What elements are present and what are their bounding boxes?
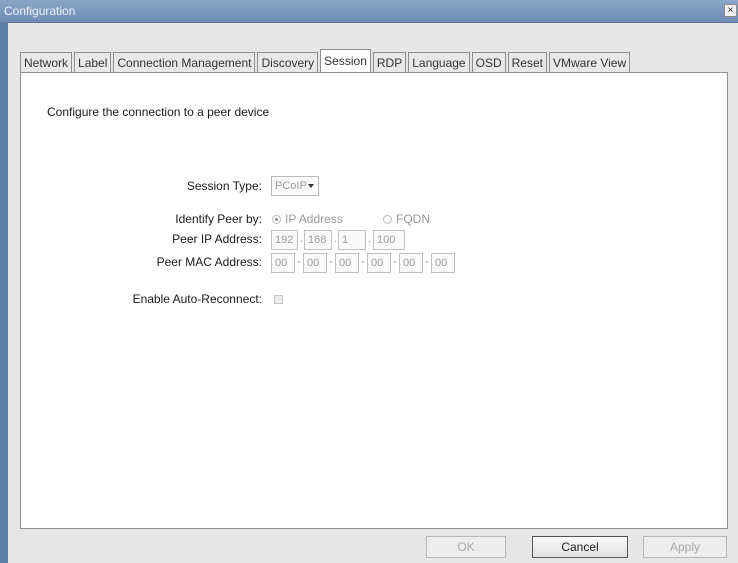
radio-unselected-icon xyxy=(383,214,392,224)
mac-separator: - xyxy=(329,256,333,268)
peer-mac-byte-1[interactable]: 00 xyxy=(271,253,295,273)
ip-separator: . xyxy=(300,233,304,245)
peer-ip-label: Peer IP Address: xyxy=(172,232,262,246)
radio-fqdn-label: FQDN xyxy=(396,212,430,226)
session-type-value: PCoIP xyxy=(275,180,307,192)
ok-button[interactable]: OK xyxy=(426,536,506,558)
tab-connection-management[interactable]: Connection Management xyxy=(113,52,256,72)
peer-ip-octet-3[interactable]: 1 xyxy=(338,230,366,250)
tab-osd[interactable]: OSD xyxy=(471,52,506,72)
ip-separator: . xyxy=(368,233,372,245)
mac-separator: - xyxy=(297,256,301,268)
mac-separator: - xyxy=(425,256,429,268)
close-icon[interactable]: × xyxy=(724,4,737,17)
tab-label[interactable]: Label xyxy=(74,52,112,72)
window-title: Configuration xyxy=(4,4,76,18)
radio-selected-icon xyxy=(272,214,281,224)
mac-separator: - xyxy=(393,256,397,268)
tab-rdp[interactable]: RDP xyxy=(372,52,407,72)
tab-discovery[interactable]: Discovery xyxy=(257,52,319,72)
session-type-label: Session Type: xyxy=(186,179,262,193)
auto-reconnect-label: Enable Auto-Reconnect: xyxy=(132,292,262,306)
identify-peer-label: Identify Peer by: xyxy=(175,212,262,226)
radio-ip-address-label: IP Address xyxy=(285,212,343,226)
peer-mac-byte-3[interactable]: 00 xyxy=(335,253,359,273)
peer-ip-octet-2[interactable]: 168 xyxy=(304,230,332,250)
title-bar: Configuration × xyxy=(0,0,738,23)
tab-vmware-view[interactable]: VMware View xyxy=(548,52,631,72)
ip-separator: . xyxy=(334,233,338,245)
radio-fqdn[interactable]: FQDN xyxy=(383,212,430,226)
tab-language[interactable]: Language xyxy=(408,52,470,72)
panel-description: Configure the connection to a peer devic… xyxy=(47,105,270,119)
window-left-edge xyxy=(0,22,8,563)
peer-mac-byte-5[interactable]: 00 xyxy=(399,253,423,273)
peer-mac-byte-2[interactable]: 00 xyxy=(303,253,327,273)
radio-ip-address[interactable]: IP Address xyxy=(272,212,343,226)
session-type-select[interactable]: PCoIP xyxy=(271,176,319,196)
peer-mac-byte-4[interactable]: 00 xyxy=(367,253,391,273)
tab-session[interactable]: Session xyxy=(320,49,371,73)
configuration-window: Configuration × Network Label Connection… xyxy=(0,0,738,563)
tab-reset[interactable]: Reset xyxy=(507,52,547,72)
peer-ip-octet-1[interactable]: 192 xyxy=(271,230,298,250)
peer-mac-label: Peer MAC Address: xyxy=(156,255,262,269)
cancel-button[interactable]: Cancel xyxy=(532,536,628,558)
chevron-down-icon xyxy=(308,184,314,188)
session-panel: Configure the connection to a peer devic… xyxy=(20,72,728,529)
peer-ip-octet-4[interactable]: 100 xyxy=(373,230,405,250)
apply-button[interactable]: Apply xyxy=(643,536,727,558)
tab-bar: Network Label Connection Management Disc… xyxy=(20,49,632,73)
mac-separator: - xyxy=(361,256,365,268)
auto-reconnect-checkbox[interactable] xyxy=(274,295,283,304)
peer-mac-byte-6[interactable]: 00 xyxy=(431,253,455,273)
tab-network[interactable]: Network xyxy=(20,52,73,72)
